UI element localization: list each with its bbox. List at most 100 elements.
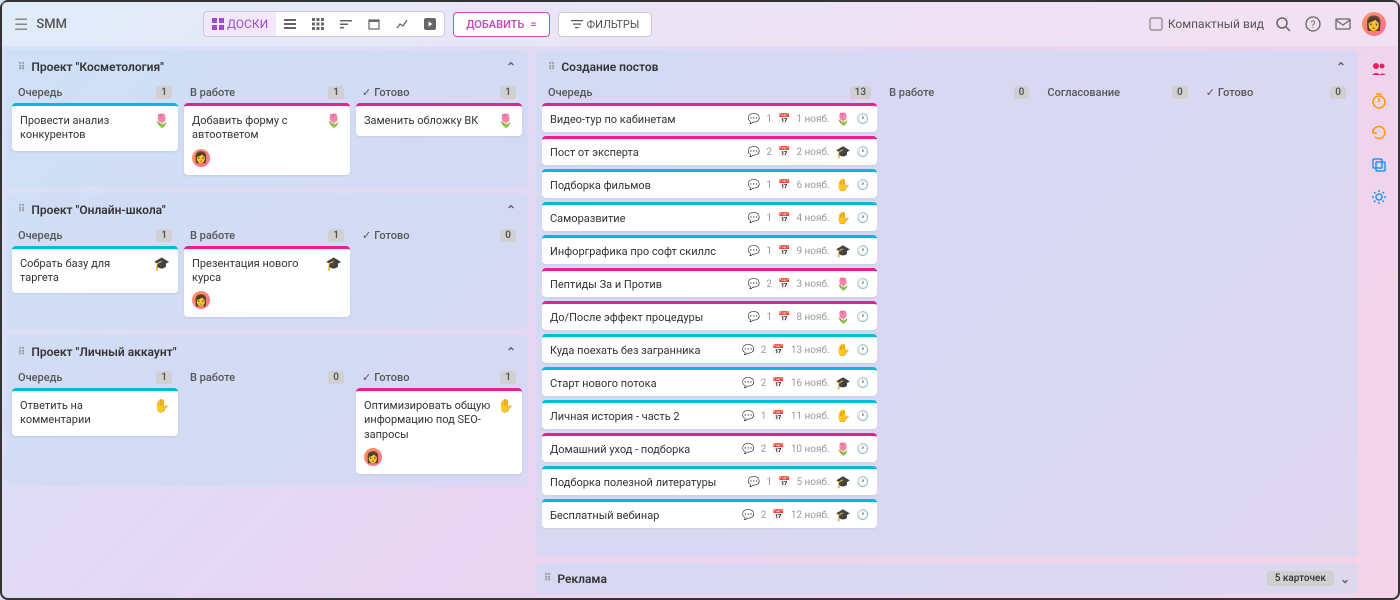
view-chart[interactable] xyxy=(388,12,416,36)
assignee-avatar[interactable]: 👩 xyxy=(192,149,210,167)
tag-icon: 🎓 xyxy=(836,508,851,522)
grip-icon[interactable]: ⠿ xyxy=(18,347,25,358)
board-header[interactable]: ⠿ Создание постов ⌃ xyxy=(540,54,1354,80)
search-icon[interactable] xyxy=(1272,13,1294,35)
filters-button[interactable]: ФИЛЬТРЫ xyxy=(558,12,653,37)
tag-icon: 🎓 xyxy=(836,376,851,390)
collapse-icon[interactable]: ⌃ xyxy=(506,60,516,74)
column-name: Очередь xyxy=(18,229,62,242)
count-badge: 13 xyxy=(850,86,871,99)
column-header[interactable]: Очередь13 xyxy=(542,82,877,103)
board-header[interactable]: ⠿Проект "Онлайн-школа"⌃ xyxy=(10,197,524,223)
task-title: Личная история - часть 2 xyxy=(550,410,742,423)
due-date: 10 нояб. xyxy=(791,444,830,455)
board-collapsed[interactable]: ⠿ Реклама 5 карточек ⌄ xyxy=(536,563,1358,594)
column-header[interactable]: В работе0 xyxy=(184,367,350,388)
view-boards[interactable]: ДОСКИ xyxy=(204,12,276,36)
comment-count: 1 xyxy=(766,213,772,224)
board-header[interactable]: ⠿Проект "Личный аккаунт"⌃ xyxy=(10,339,524,365)
task-row[interactable]: Пептиды За и Против💬2📅3 нояб.🌷🕐 xyxy=(542,268,877,297)
task-row[interactable]: Бесплатный вебинар💬2📅12 нояб.🎓🕐 xyxy=(542,499,877,528)
column-header[interactable]: ✓Готово1 xyxy=(356,367,522,388)
column-header[interactable]: В работе1 xyxy=(184,82,350,103)
collapse-icon[interactable]: ⌃ xyxy=(1336,60,1346,74)
task-row[interactable]: Домашний уход - подборка💬2📅10 нояб.🌷🕐 xyxy=(542,433,877,462)
view-sort[interactable] xyxy=(332,12,360,36)
grip-icon[interactable]: ⠿ xyxy=(18,204,25,215)
count-badge: 0 xyxy=(1330,86,1346,99)
due-date: 2 нояб. xyxy=(796,147,829,158)
column-header[interactable]: В работе0 xyxy=(883,82,1035,103)
card[interactable]: Оптимизировать общую информацию под SEO-… xyxy=(356,388,522,474)
card[interactable]: Провести анализ конкурентов🌷 xyxy=(12,103,178,151)
comment-icon: 💬 xyxy=(748,147,760,158)
card-tag-icon: 🌷 xyxy=(154,114,170,129)
comment-count: 1 xyxy=(766,180,772,191)
column-header[interactable]: Согласование0 xyxy=(1041,82,1193,103)
column-header[interactable]: ✓Готово0 xyxy=(356,225,522,246)
grip-icon[interactable]: ⠿ xyxy=(548,62,555,73)
task-row[interactable]: До/После эффект процедуры💬1📅8 нояб.🌷🕐 xyxy=(542,301,877,330)
task-title: Видео-тур по кабинетам xyxy=(550,113,748,126)
comment-icon: 💬 xyxy=(748,246,760,257)
column: ✓Готово1Оптимизировать общую информацию … xyxy=(356,367,522,480)
collapse-icon[interactable]: ⌃ xyxy=(506,203,516,217)
column-header[interactable]: ✓Готово1 xyxy=(356,82,522,103)
task-row[interactable]: Видео-тур по кабинетам💬1📅1 нояб.🌷🕐 xyxy=(542,103,877,132)
history-icon[interactable] xyxy=(1370,124,1390,144)
people-icon[interactable] xyxy=(1370,60,1390,80)
check-icon: ✓ xyxy=(1206,86,1215,99)
task-row[interactable]: Пост от эксперта💬2📅2 нояб.🎓🕐 xyxy=(542,136,877,165)
view-list[interactable] xyxy=(276,12,304,36)
timer-icon[interactable] xyxy=(1370,92,1390,112)
mail-icon[interactable] xyxy=(1332,13,1354,35)
count-badge: 1 xyxy=(156,371,172,384)
column-header[interactable]: Очередь1 xyxy=(12,367,178,388)
clock-icon: 🕐 xyxy=(857,180,869,191)
column-name: В работе xyxy=(190,86,235,99)
column-name: Очередь xyxy=(18,86,62,99)
card[interactable]: Ответить на комментарии✋ xyxy=(12,388,178,436)
task-row[interactable]: Инфорграфика про софт скиллс💬1📅9 нояб.🎓🕐 xyxy=(542,235,877,264)
collapse-icon[interactable]: ⌃ xyxy=(506,345,516,359)
view-table[interactable] xyxy=(304,12,332,36)
settings-icon[interactable] xyxy=(1370,188,1390,208)
column: Очередь1Ответить на комментарии✋ xyxy=(12,367,178,480)
count-badge: 0 xyxy=(1172,86,1188,99)
task-row[interactable]: Старт нового потока💬2📅16 нояб.🎓🕐 xyxy=(542,367,877,396)
board-header[interactable]: ⠿ Проект "Косметология" ⌃ xyxy=(10,54,524,80)
column-header[interactable]: Очередь1 xyxy=(12,225,178,246)
compact-view-toggle[interactable]: Компактный вид xyxy=(1149,17,1264,31)
calendar-icon: 📅 xyxy=(778,279,790,290)
help-icon[interactable]: ? xyxy=(1302,13,1324,35)
column-header[interactable]: В работе1 xyxy=(184,225,350,246)
assignee-avatar[interactable]: 👩 xyxy=(192,291,210,309)
card[interactable]: Заменить обложку ВК🌷 xyxy=(356,103,522,136)
task-row[interactable]: Саморазвитие💬1📅4 нояб.✋🕐 xyxy=(542,202,877,231)
card[interactable]: Добавить форму с автоответом🌷👩 xyxy=(184,103,350,175)
card[interactable]: Собрать базу для таргета🎓 xyxy=(12,246,178,294)
add-button[interactable]: ДОБАВИТЬ = xyxy=(453,12,549,37)
task-title: Куда поехать без загранника xyxy=(550,344,742,357)
task-row[interactable]: Подборка фильмов💬1📅6 нояб.✋🕐 xyxy=(542,169,877,198)
grip-icon[interactable]: ⠿ xyxy=(544,573,551,584)
card[interactable]: Презентация нового курса🎓👩 xyxy=(184,246,350,318)
filter-icon xyxy=(571,18,583,30)
view-media[interactable] xyxy=(416,12,444,36)
assignee-avatar[interactable]: 👩 xyxy=(364,448,382,466)
tag-icon: 🌷 xyxy=(836,310,851,324)
column-header[interactable]: ✓Готово0 xyxy=(1200,82,1352,103)
task-row[interactable]: Подборка полезной литературы💬1📅5 нояб.🎓🕐 xyxy=(542,466,877,495)
task-row[interactable]: Куда поехать без загранника💬2📅13 нояб.✋🕐 xyxy=(542,334,877,363)
column: Очередь1Провести анализ конкурентов🌷 xyxy=(12,82,178,181)
view-calendar[interactable] xyxy=(360,12,388,36)
board-title: Проект "Косметология" xyxy=(31,60,164,74)
board-title: Создание постов xyxy=(561,60,658,74)
copy-icon[interactable] xyxy=(1370,156,1390,176)
grip-icon[interactable]: ⠿ xyxy=(18,62,25,73)
menu-icon[interactable]: ☰ xyxy=(14,15,28,34)
user-avatar[interactable]: 👩 xyxy=(1362,12,1386,36)
column-header[interactable]: Очередь1 xyxy=(12,82,178,103)
task-row[interactable]: Личная история - часть 2💬1📅11 нояб.✋🕐 xyxy=(542,400,877,429)
expand-icon[interactable]: ⌄ xyxy=(1340,572,1350,586)
